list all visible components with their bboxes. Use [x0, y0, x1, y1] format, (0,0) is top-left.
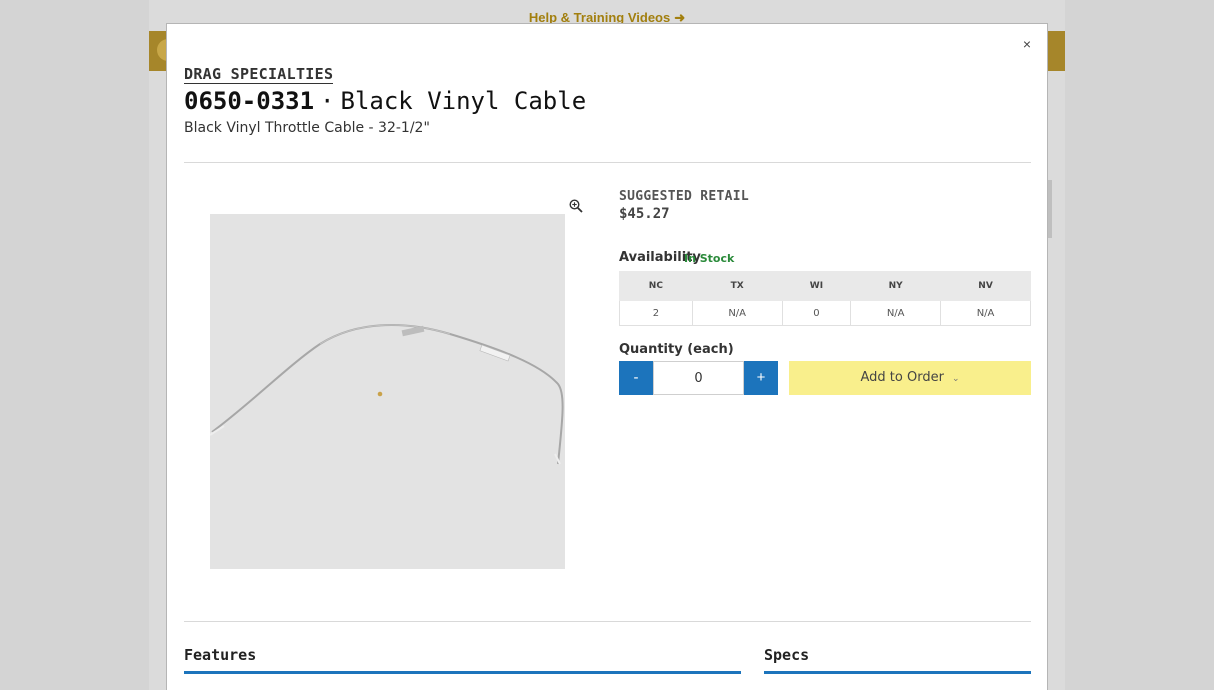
add-to-order-button[interactable]: Add to Order ⌄	[789, 361, 1031, 395]
product-image[interactable]	[210, 214, 565, 569]
suggested-retail-price: $45.27	[619, 206, 670, 222]
warehouse-header: WI	[781, 271, 852, 301]
add-to-order-label: Add to Order	[860, 370, 944, 385]
part-number: 0650-0331	[184, 87, 315, 115]
warehouse-header: NC	[619, 271, 693, 301]
features-heading[interactable]: Features	[184, 646, 256, 664]
warehouse-quantity: 2	[619, 300, 693, 326]
warehouse-quantity: N/A	[691, 300, 783, 326]
product-modal: × DRAG SPECIALTIES 0650-0331 · Black Vinyl…	[166, 23, 1048, 690]
product-description: Black Vinyl Throttle Cable - 32-1/2"	[184, 120, 430, 136]
warehouse-header: TX	[691, 271, 783, 301]
divider	[184, 162, 1031, 163]
specs-underline	[764, 671, 1031, 674]
quantity-label: Quantity (each)	[619, 342, 734, 357]
warehouse-header: NV	[940, 271, 1031, 301]
warehouse-header-row: NC TX WI NY NV	[619, 271, 1031, 301]
quantity-input[interactable]	[653, 361, 744, 395]
brand-link[interactable]: DRAG SPECIALTIES	[184, 65, 334, 84]
features-underline	[184, 671, 741, 674]
warehouse-stock-table: NC TX WI NY NV 2 N/A 0 N/A N/A	[619, 271, 1031, 326]
product-name: Black Vinyl Cable	[340, 87, 587, 115]
chevron-down-icon: ⌄	[951, 374, 960, 384]
quantity-decrease-button[interactable]: -	[619, 361, 653, 395]
warehouse-quantity: N/A	[940, 300, 1031, 326]
divider	[184, 621, 1031, 622]
specs-heading[interactable]: Specs	[764, 646, 809, 664]
close-icon[interactable]: ×	[1019, 36, 1035, 52]
zoom-in-icon[interactable]	[569, 199, 583, 213]
warehouse-header: NY	[850, 271, 942, 301]
quantity-increase-button[interactable]: +	[744, 361, 778, 395]
title-separator: ·	[320, 87, 335, 115]
warehouse-quantity-row: 2 N/A 0 N/A N/A	[619, 300, 1031, 326]
stock-status-badge: In Stock	[684, 252, 735, 265]
product-title: 0650-0331 · Black Vinyl Cable	[184, 87, 586, 115]
warehouse-quantity: 0	[781, 300, 852, 326]
warehouse-quantity: N/A	[850, 300, 942, 326]
suggested-retail-label: SUGGESTED RETAIL	[619, 189, 750, 204]
